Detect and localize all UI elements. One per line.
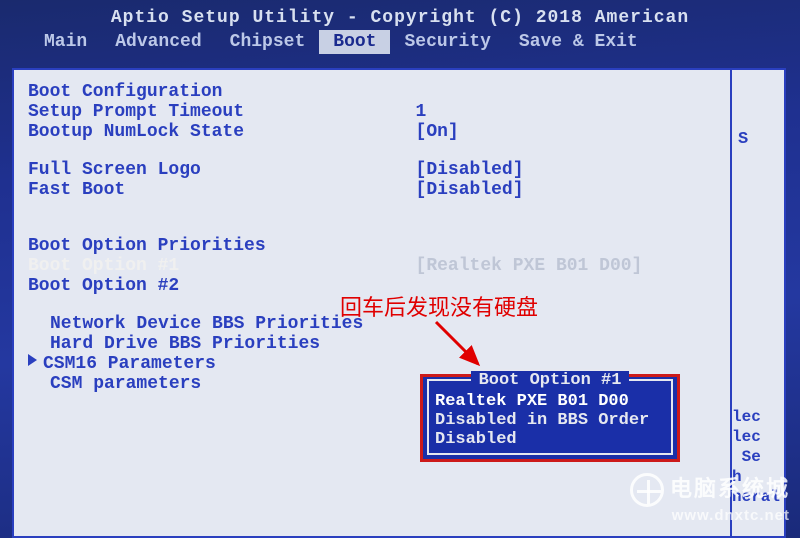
full-screen-logo-value: [Disabled] [416, 160, 720, 180]
numlock-label: Bootup NumLock State [28, 122, 416, 142]
menu-boot[interactable]: Boot [319, 30, 390, 54]
setup-prompt-timeout-value: 1 [416, 102, 720, 122]
utility-title: Aptio Setup Utility - Copyright (C) 2018… [0, 0, 800, 30]
watermark: 电脑系统城 www.dnxtc.net [630, 471, 790, 524]
menu-main[interactable]: Main [30, 30, 101, 54]
spacer [28, 142, 720, 160]
menu-chipset[interactable]: Chipset [216, 30, 320, 54]
popup-title-wrap: Boot Option #1 [435, 371, 665, 390]
popup-item-0[interactable]: Realtek PXE B01 D00 [435, 392, 665, 411]
section-header: Boot Configuration [28, 82, 720, 102]
spacer [28, 200, 720, 218]
menu-security[interactable]: Security [390, 30, 504, 54]
popup-title: Boot Option #1 [471, 369, 630, 390]
fast-boot-value: [Disabled] [416, 180, 720, 200]
bios-screen: Aptio Setup Utility - Copyright (C) 2018… [0, 0, 800, 538]
boot-option-1-label: Boot Option #1 [28, 256, 416, 276]
hint-lr: →←: Selec [732, 408, 780, 426]
fast-boot-row[interactable]: Fast Boot [Disabled] [28, 180, 720, 200]
setup-prompt-timeout-label: Setup Prompt Timeout [28, 102, 416, 122]
boot-priorities-header: Boot Option Priorities [28, 236, 720, 256]
boot-option-popup[interactable]: Boot Option #1 Realtek PXE B01 D00 Disab… [420, 374, 680, 462]
popup-inner: Boot Option #1 Realtek PXE B01 D00 Disab… [427, 379, 673, 455]
popup-item-1[interactable]: Disabled in BBS Order [435, 411, 665, 430]
help-pane: S →←: Selec ↑↓: Selec Enter: Se +/-: Ch … [732, 70, 784, 536]
submenu-triangle-icon [28, 354, 37, 366]
watermark-line2: www.dnxtc.net [630, 507, 790, 524]
hint-enter: Enter: Se [732, 448, 780, 466]
popup-item-2[interactable]: Disabled [435, 430, 665, 449]
hdd-bbs-label: Hard Drive BBS Priorities [50, 334, 720, 354]
menu-save-exit[interactable]: Save & Exit [505, 30, 652, 54]
boot-priorities-header-text: Boot Option Priorities [28, 236, 416, 256]
help-text-fragment: S [738, 130, 778, 149]
boot-option-1-row[interactable]: Boot Option #1 [Realtek PXE B01 D00] [28, 256, 720, 276]
menu-advanced[interactable]: Advanced [101, 30, 215, 54]
setup-prompt-timeout-row[interactable]: Setup Prompt Timeout 1 [28, 102, 720, 122]
hdd-bbs-row[interactable]: Hard Drive BBS Priorities [28, 334, 720, 354]
menu-bar: Main Advanced Chipset Boot Security Save… [0, 30, 800, 54]
watermark-text1: 电脑系统城 [670, 476, 790, 501]
fast-boot-label: Fast Boot [28, 180, 416, 200]
section-header-text: Boot Configuration [28, 82, 416, 102]
spacer [28, 218, 720, 236]
watermark-logo-icon [630, 473, 664, 507]
full-screen-logo-row[interactable]: Full Screen Logo [Disabled] [28, 160, 720, 180]
watermark-line1: 电脑系统城 [630, 471, 790, 507]
numlock-row[interactable]: Bootup NumLock State [On] [28, 122, 720, 142]
full-screen-logo-label: Full Screen Logo [28, 160, 416, 180]
hint-ud: ↑↓: Selec [732, 428, 780, 446]
annotation-text: 回车后发现没有硬盘 [340, 290, 538, 322]
numlock-value: [On] [416, 122, 720, 142]
boot-option-1-value: [Realtek PXE B01 D00] [416, 256, 720, 276]
